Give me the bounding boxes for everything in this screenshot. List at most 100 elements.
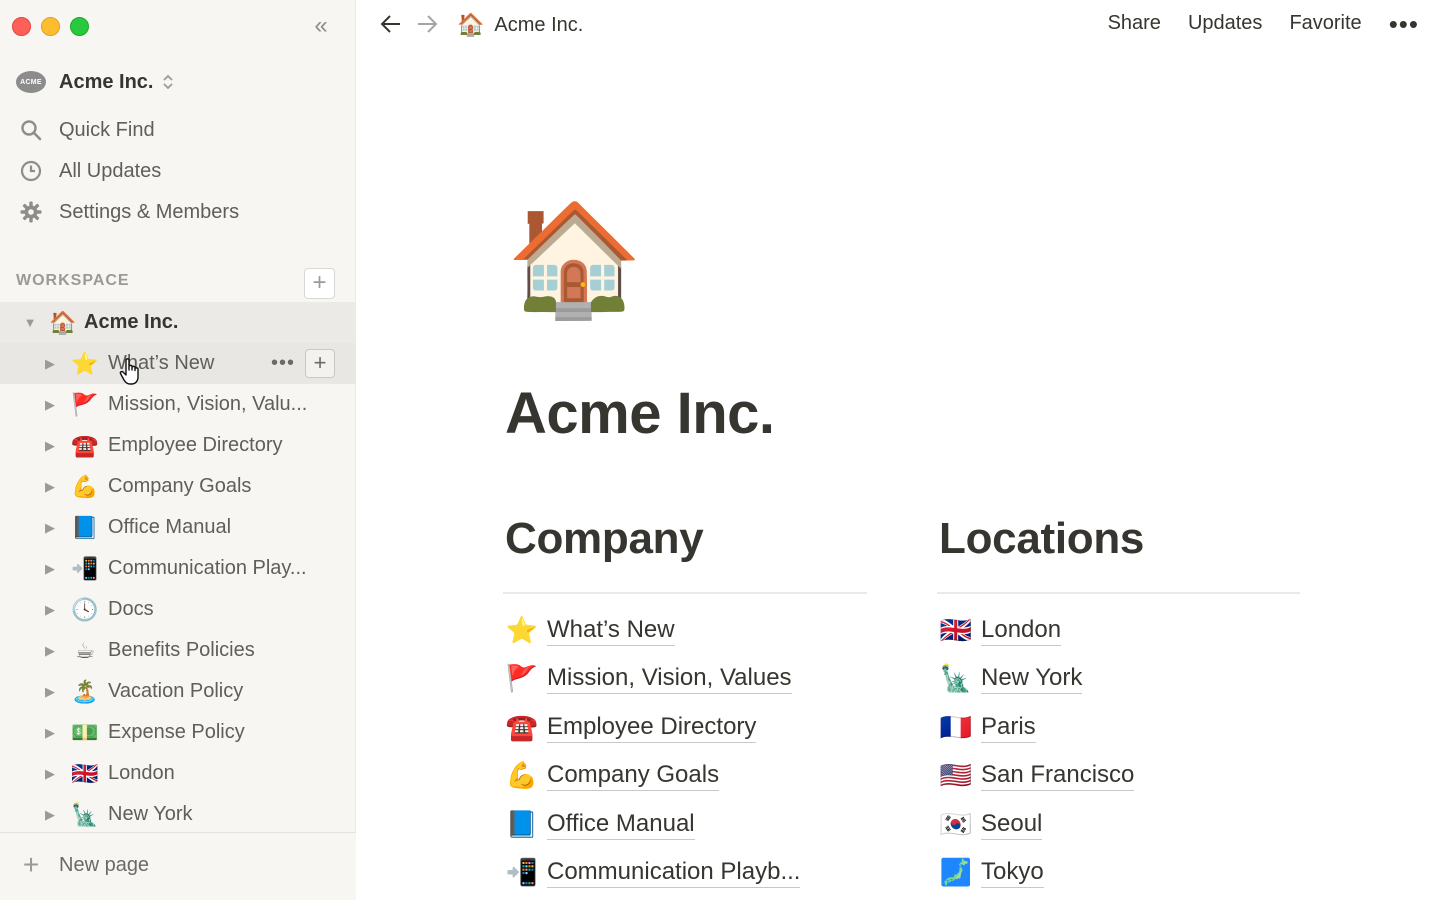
new-page-button[interactable]: + New page <box>16 851 149 879</box>
page-link-company-goals[interactable]: 💪 Company Goals <box>503 752 867 801</box>
tree-item-docs[interactable]: ▶ 🕓 Docs <box>0 589 356 630</box>
breadcrumb-label: Acme Inc. <box>494 13 584 36</box>
expand-toggle-icon[interactable]: ▶ <box>43 438 57 454</box>
tree-item-label: Employee Directory <box>108 434 283 456</box>
blue-book-icon: 📘 <box>71 514 99 540</box>
favorite-button[interactable]: Favorite <box>1289 12 1361 35</box>
settings-members-button[interactable]: Settings & Members <box>16 194 239 230</box>
page-link-label[interactable]: San Francisco <box>981 760 1135 792</box>
more-options-icon[interactable]: ••• <box>271 352 295 375</box>
back-arrow-icon[interactable] <box>379 12 403 41</box>
usa-flag-icon: 🇺🇸 <box>939 760 973 791</box>
house-icon: 🏠 <box>49 309 77 335</box>
expand-toggle-icon[interactable]: ▶ <box>43 602 57 618</box>
add-page-button[interactable]: + <box>304 268 335 299</box>
blue-book-icon: 📘 <box>505 808 539 839</box>
uk-flag-icon: 🇬🇧 <box>71 760 99 786</box>
tree-item-expense-policy[interactable]: ▶ 💵 Expense Policy <box>0 712 356 753</box>
tree-item-label: Docs <box>108 598 154 620</box>
workspace-switcher[interactable]: ACME Acme Inc. <box>16 64 174 100</box>
tree-item-employee-directory[interactable]: ▶ ☎️ Employee Directory <box>0 425 356 466</box>
share-button[interactable]: Share <box>1108 12 1161 35</box>
more-options-icon[interactable]: ••• <box>1389 11 1419 37</box>
expand-toggle-icon[interactable]: ▶ <box>43 684 57 700</box>
flexed-biceps-icon: 💪 <box>71 473 99 499</box>
france-flag-icon: 🇫🇷 <box>939 711 973 742</box>
updates-button[interactable]: Updates <box>1188 12 1263 35</box>
sidebar: « ACME Acme Inc. Quick Find All Updates … <box>0 0 356 900</box>
expand-toggle-icon[interactable]: ▶ <box>43 725 57 741</box>
page-icon[interactable]: 🏠 <box>506 200 643 320</box>
tree-item-label: London <box>108 762 175 784</box>
page-link-employee-directory[interactable]: ☎️ Employee Directory <box>503 703 867 752</box>
page-link-label[interactable]: Employee Directory <box>547 712 757 743</box>
expand-toggle-icon[interactable]: ▶ <box>43 643 57 659</box>
quick-find-button[interactable]: Quick Find <box>16 112 155 148</box>
page-link-label[interactable]: Paris <box>981 712 1036 743</box>
plus-icon: + <box>22 849 40 880</box>
expand-toggle-icon[interactable]: ▶ <box>43 397 57 413</box>
page-link-new-york[interactable]: 🗽 New York <box>937 655 1300 704</box>
all-updates-label: All Updates <box>59 159 162 182</box>
telephone-icon: ☎️ <box>71 432 99 458</box>
tree-item-vacation-policy[interactable]: ▶ 🏝️ Vacation Policy <box>0 671 356 712</box>
page-link-label[interactable]: What’s New <box>547 615 675 646</box>
page-link-label[interactable]: Tokyo <box>981 857 1044 889</box>
page-link-label[interactable]: Mission, Vision, Values <box>547 663 792 695</box>
statue-of-liberty-icon: 🗽 <box>939 663 973 694</box>
breadcrumb[interactable]: 🏠 Acme Inc. <box>457 12 583 38</box>
page-link-whats-new[interactable]: ⭐ What’s New <box>503 606 867 655</box>
page-link-san-francisco[interactable]: 🇺🇸 San Francisco <box>937 752 1300 801</box>
expand-toggle-icon[interactable]: ▶ <box>43 520 57 536</box>
all-updates-button[interactable]: All Updates <box>16 153 161 189</box>
settings-members-label: Settings & Members <box>59 200 240 223</box>
tree-item-office-manual[interactable]: ▶ 📘 Office Manual <box>0 507 356 548</box>
new-page-label: New page <box>59 853 150 876</box>
expand-toggle-icon[interactable]: ▶ <box>43 807 57 823</box>
tree-item-company-goals[interactable]: ▶ 💪 Company Goals <box>0 466 356 507</box>
maximize-window-button[interactable] <box>70 17 89 36</box>
locations-heading: Locations <box>939 514 1145 563</box>
tree-item-london[interactable]: ▶ 🇬🇧 London <box>0 753 356 794</box>
tree-item-whats-new[interactable]: ▶ ⭐ What’s New ••• + <box>0 343 356 384</box>
page-link-label[interactable]: New York <box>981 663 1083 695</box>
forward-arrow-icon[interactable] <box>415 12 439 41</box>
page-link-tokyo[interactable]: 🗾 Tokyo <box>937 849 1300 898</box>
minimize-window-button[interactable] <box>41 17 60 36</box>
hot-beverage-icon: ☕ <box>75 637 95 663</box>
tree-item-new-york[interactable]: ▶ 🗽 New York <box>0 794 356 835</box>
tree-item-communication-playbook[interactable]: ▶ 📲 Communication Play... <box>0 548 356 589</box>
search-icon <box>16 119 46 141</box>
collapse-sidebar-icon[interactable]: « <box>306 12 336 40</box>
tree-item-label: Mission, Vision, Valu... <box>108 393 308 415</box>
tree-item-acme-inc[interactable]: ▼ 🏠 Acme Inc. <box>0 302 356 343</box>
expand-toggle-icon[interactable]: ▶ <box>43 356 57 372</box>
close-window-button[interactable] <box>12 17 31 36</box>
page-link-london[interactable]: 🇬🇧 London <box>937 606 1300 655</box>
page-link-label[interactable]: Communication Playb... <box>547 857 801 889</box>
page-link-label[interactable]: Seoul <box>981 809 1043 840</box>
page-link-label[interactable]: Office Manual <box>547 809 695 840</box>
tree-item-mission[interactable]: ▶ 🚩 Mission, Vision, Valu... <box>0 384 356 425</box>
page-link-seoul[interactable]: 🇰🇷 Seoul <box>937 800 1300 849</box>
page-link-label[interactable]: London <box>981 615 1062 646</box>
page-link-office-manual[interactable]: 📘 Office Manual <box>503 800 867 849</box>
expand-toggle-icon[interactable]: ▶ <box>43 479 57 495</box>
divider <box>937 592 1300 594</box>
expand-toggle-icon[interactable]: ▶ <box>43 766 57 782</box>
page-link-mission[interactable]: 🚩 Mission, Vision, Values <box>503 655 867 704</box>
expand-toggle-icon[interactable]: ▶ <box>43 561 57 577</box>
flag-icon: 🚩 <box>505 663 539 694</box>
tree-item-label: Office Manual <box>108 516 232 538</box>
add-subpage-button[interactable]: + <box>305 349 335 378</box>
expand-toggle-icon[interactable]: ▼ <box>23 315 37 330</box>
quick-find-label: Quick Find <box>59 118 155 141</box>
tree-item-label: New York <box>108 803 193 825</box>
page-link-communication-playbook[interactable]: 📲 Communication Playb... <box>503 849 867 898</box>
page-link-paris[interactable]: 🇫🇷 Paris <box>937 703 1300 752</box>
page-link-label[interactable]: Company Goals <box>547 760 720 792</box>
clock-face-icon: 🕓 <box>71 596 99 622</box>
tree-item-benefits-policies[interactable]: ▶ ☕ Benefits Policies <box>0 630 356 671</box>
page-title[interactable]: Acme Inc. <box>505 380 775 447</box>
topbar-actions: Share Updates Favorite ••• <box>1081 11 1419 37</box>
